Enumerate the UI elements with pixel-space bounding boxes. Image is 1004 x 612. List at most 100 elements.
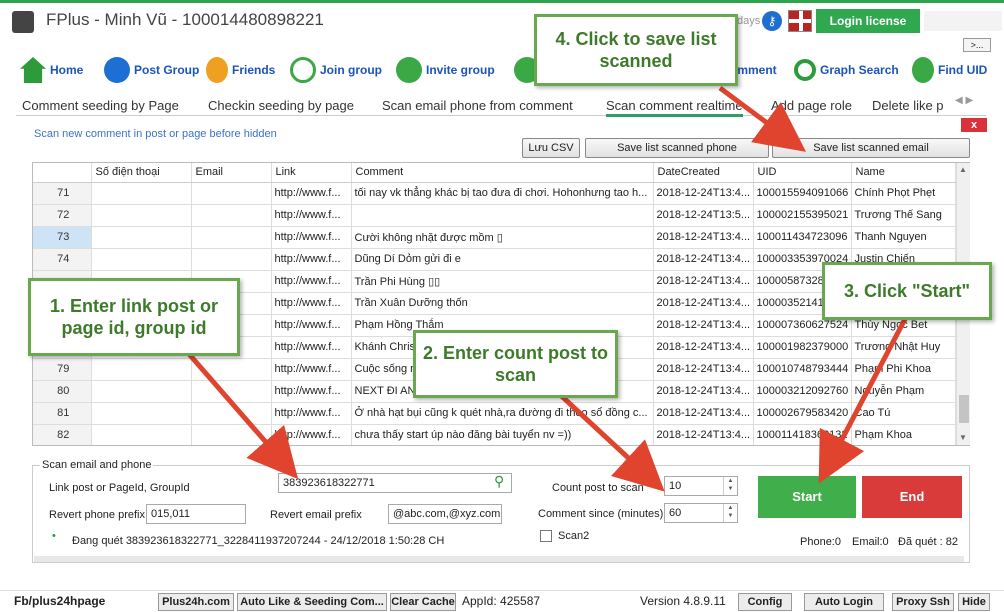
- stepper-arrows-icon[interactable]: ▲ ▼: [723, 477, 737, 495]
- window-controls[interactable]: [924, 11, 1002, 31]
- toolbar-label: Find UID: [938, 63, 988, 77]
- callout-step-2: 2. Enter count post to scan: [413, 330, 618, 398]
- count-post-label: Count post to scan: [552, 482, 644, 494]
- start-button[interactable]: Start: [758, 476, 856, 518]
- days-label: days: [737, 15, 761, 27]
- revert-phone-label: Revert phone prefix: [49, 509, 145, 521]
- column-header[interactable]: Link: [271, 163, 352, 183]
- tab-strip: Comment seeding by Page Checkin seeding …: [16, 94, 986, 117]
- column-header[interactable]: [33, 163, 92, 183]
- tab-scan-email-phone[interactable]: Scan email phone from comment: [382, 98, 573, 113]
- comment-since-stepper[interactable]: 60 ▲ ▼: [664, 503, 738, 523]
- friends-icon: [206, 57, 228, 83]
- config-button[interactable]: Config: [738, 593, 792, 611]
- toolbar-label: Join group: [320, 63, 382, 77]
- toolbar-find-uid[interactable]: Find UID: [912, 52, 987, 88]
- table-cell: http://www.f...: [271, 248, 352, 271]
- version-label: Version 4.8.9.11: [640, 594, 726, 608]
- table-row[interactable]: 82 http://www.f... chưa thấy start úp nào …: [33, 424, 956, 445]
- count-post-value: 10: [669, 480, 682, 492]
- column-header[interactable]: UID: [753, 163, 852, 183]
- revert-email-input[interactable]: @abc.com,@xyz.com: [388, 504, 502, 524]
- scroll-up-icon[interactable]: ▲: [959, 165, 967, 174]
- toolbar-graph-search[interactable]: Graph Search: [794, 52, 899, 88]
- table-cell: http://www.f...: [271, 270, 352, 293]
- tab-scan-comment-realtime[interactable]: Scan comment realtime: [606, 98, 743, 117]
- toolbar-join-group[interactable]: Join group: [290, 52, 382, 88]
- table-row[interactable]: 72 http://www.f... 2018-12-24T13:5... 10000…: [33, 204, 956, 227]
- auto-like-seeding-button[interactable]: Auto Like & Seeding Com...: [237, 593, 387, 611]
- tab-scroll-arrows[interactable]: ◀ ▶: [955, 95, 973, 106]
- table-cell: [191, 402, 272, 425]
- close-panel-button[interactable]: x: [961, 118, 987, 132]
- scroll-down-icon[interactable]: ▼: [959, 433, 967, 442]
- table-cell: Dũng Dí Dỏm gửi đi e: [351, 248, 654, 271]
- end-button[interactable]: End: [862, 476, 962, 518]
- clear-cache-button[interactable]: Clear Cache: [390, 593, 456, 611]
- auto-login-button[interactable]: Auto Login: [804, 593, 884, 611]
- scrollbar-thumb[interactable]: [959, 395, 969, 423]
- callout-step-4: 4. Click to save list scanned: [534, 14, 738, 86]
- table-row[interactable]: 71 http://www.f... tối nay vk thẳng khác b…: [33, 182, 956, 205]
- search-icon[interactable]: ⚲: [494, 473, 504, 490]
- table-cell: chưa thấy start úp nào đăng bài tuyển nv…: [351, 424, 654, 445]
- hide-button[interactable]: Hide: [958, 593, 990, 611]
- login-license-button[interactable]: Login license: [816, 9, 920, 33]
- table-cell: [91, 358, 192, 381]
- tab-delete-like[interactable]: Delete like p: [872, 98, 944, 113]
- table-cell: 100015594091066: [753, 182, 852, 205]
- table-cell: 2018-12-24T13:4...: [653, 380, 754, 403]
- save-csv-button[interactable]: Lưu CSV: [522, 138, 580, 158]
- panel-title: Scan new comment in post or page before …: [34, 128, 277, 140]
- fb-page-link[interactable]: Fb/plus24hpage: [14, 594, 105, 608]
- column-header[interactable]: DateCreated: [653, 163, 754, 183]
- toolbar-label: Home: [50, 63, 84, 77]
- table-cell: http://www.f...: [271, 380, 352, 403]
- toolbar-home[interactable]: Home: [20, 52, 83, 88]
- toolbar-friends[interactable]: Friends: [206, 52, 275, 88]
- tab-add-page-role[interactable]: Add page role: [771, 98, 852, 113]
- table-row[interactable]: 73 http://www.f... Cười không nhặt được mồ…: [33, 226, 956, 249]
- save-email-button[interactable]: Save list scanned email: [772, 138, 970, 158]
- table-cell: Trần Phi Hùng ▯▯: [351, 270, 654, 293]
- tab-checkin-seeding[interactable]: Checkin seeding by page: [208, 98, 354, 113]
- table-cell: Trương Thế Sang: [851, 204, 956, 227]
- toolbar-invite-group[interactable]: Invite group: [396, 52, 495, 88]
- table-cell: http://www.f...: [271, 336, 352, 359]
- table-cell: [191, 358, 272, 381]
- link-post-input[interactable]: 383923618322771: [278, 473, 512, 493]
- app-logo-icon: [12, 11, 34, 33]
- search-icon: [794, 59, 816, 81]
- horizontal-scrollbar[interactable]: [34, 556, 964, 562]
- toolbar-post-group[interactable]: Post Group: [104, 52, 199, 88]
- count-post-stepper[interactable]: 10 ▲ ▼: [664, 476, 738, 496]
- revert-phone-input[interactable]: 015,011: [146, 504, 246, 524]
- table-cell: http://www.f...: [271, 182, 352, 205]
- stepper-arrows-icon[interactable]: ▲ ▼: [723, 504, 737, 522]
- table-cell: [191, 248, 272, 271]
- home-icon: [20, 57, 46, 83]
- table-row[interactable]: 74 http://www.f... Dũng Dí Dỏm gửi đi e 201…: [33, 248, 956, 271]
- column-header[interactable]: Name: [851, 163, 956, 183]
- phone-count: Phone:0: [800, 536, 841, 548]
- save-phone-button[interactable]: Save list scanned phone: [585, 138, 769, 158]
- more-button[interactable]: >...: [963, 38, 991, 52]
- column-header[interactable]: Số điện thoại: [91, 163, 192, 183]
- toolbar-label: Invite group: [426, 63, 495, 77]
- proxy-ssh-button[interactable]: Proxy Ssh: [892, 593, 954, 611]
- table-cell: Chính Phọt Phẹt: [851, 182, 956, 205]
- uk-flag-icon[interactable]: [788, 10, 812, 32]
- table-cell: 2018-12-24T13:4...: [653, 226, 754, 249]
- find-user-icon: [912, 57, 934, 83]
- column-header[interactable]: Comment: [351, 163, 654, 183]
- table-row[interactable]: 81 http://www.f... Ở nhà hạt bụi cũng k qu…: [33, 402, 956, 425]
- table-cell: 100003212092760: [753, 380, 852, 403]
- table-cell: 100011434723096: [753, 226, 852, 249]
- table-cell: Trương Nhật Huy: [851, 336, 956, 359]
- scan2-checkbox[interactable]: [540, 530, 552, 542]
- tab-comment-seeding[interactable]: Comment seeding by Page: [22, 98, 179, 113]
- column-header[interactable]: Email: [191, 163, 272, 183]
- email-count: Email:0: [852, 536, 889, 548]
- plus24h-button[interactable]: Plus24h.com: [158, 593, 234, 611]
- key-icon[interactable]: ⚷: [762, 11, 782, 31]
